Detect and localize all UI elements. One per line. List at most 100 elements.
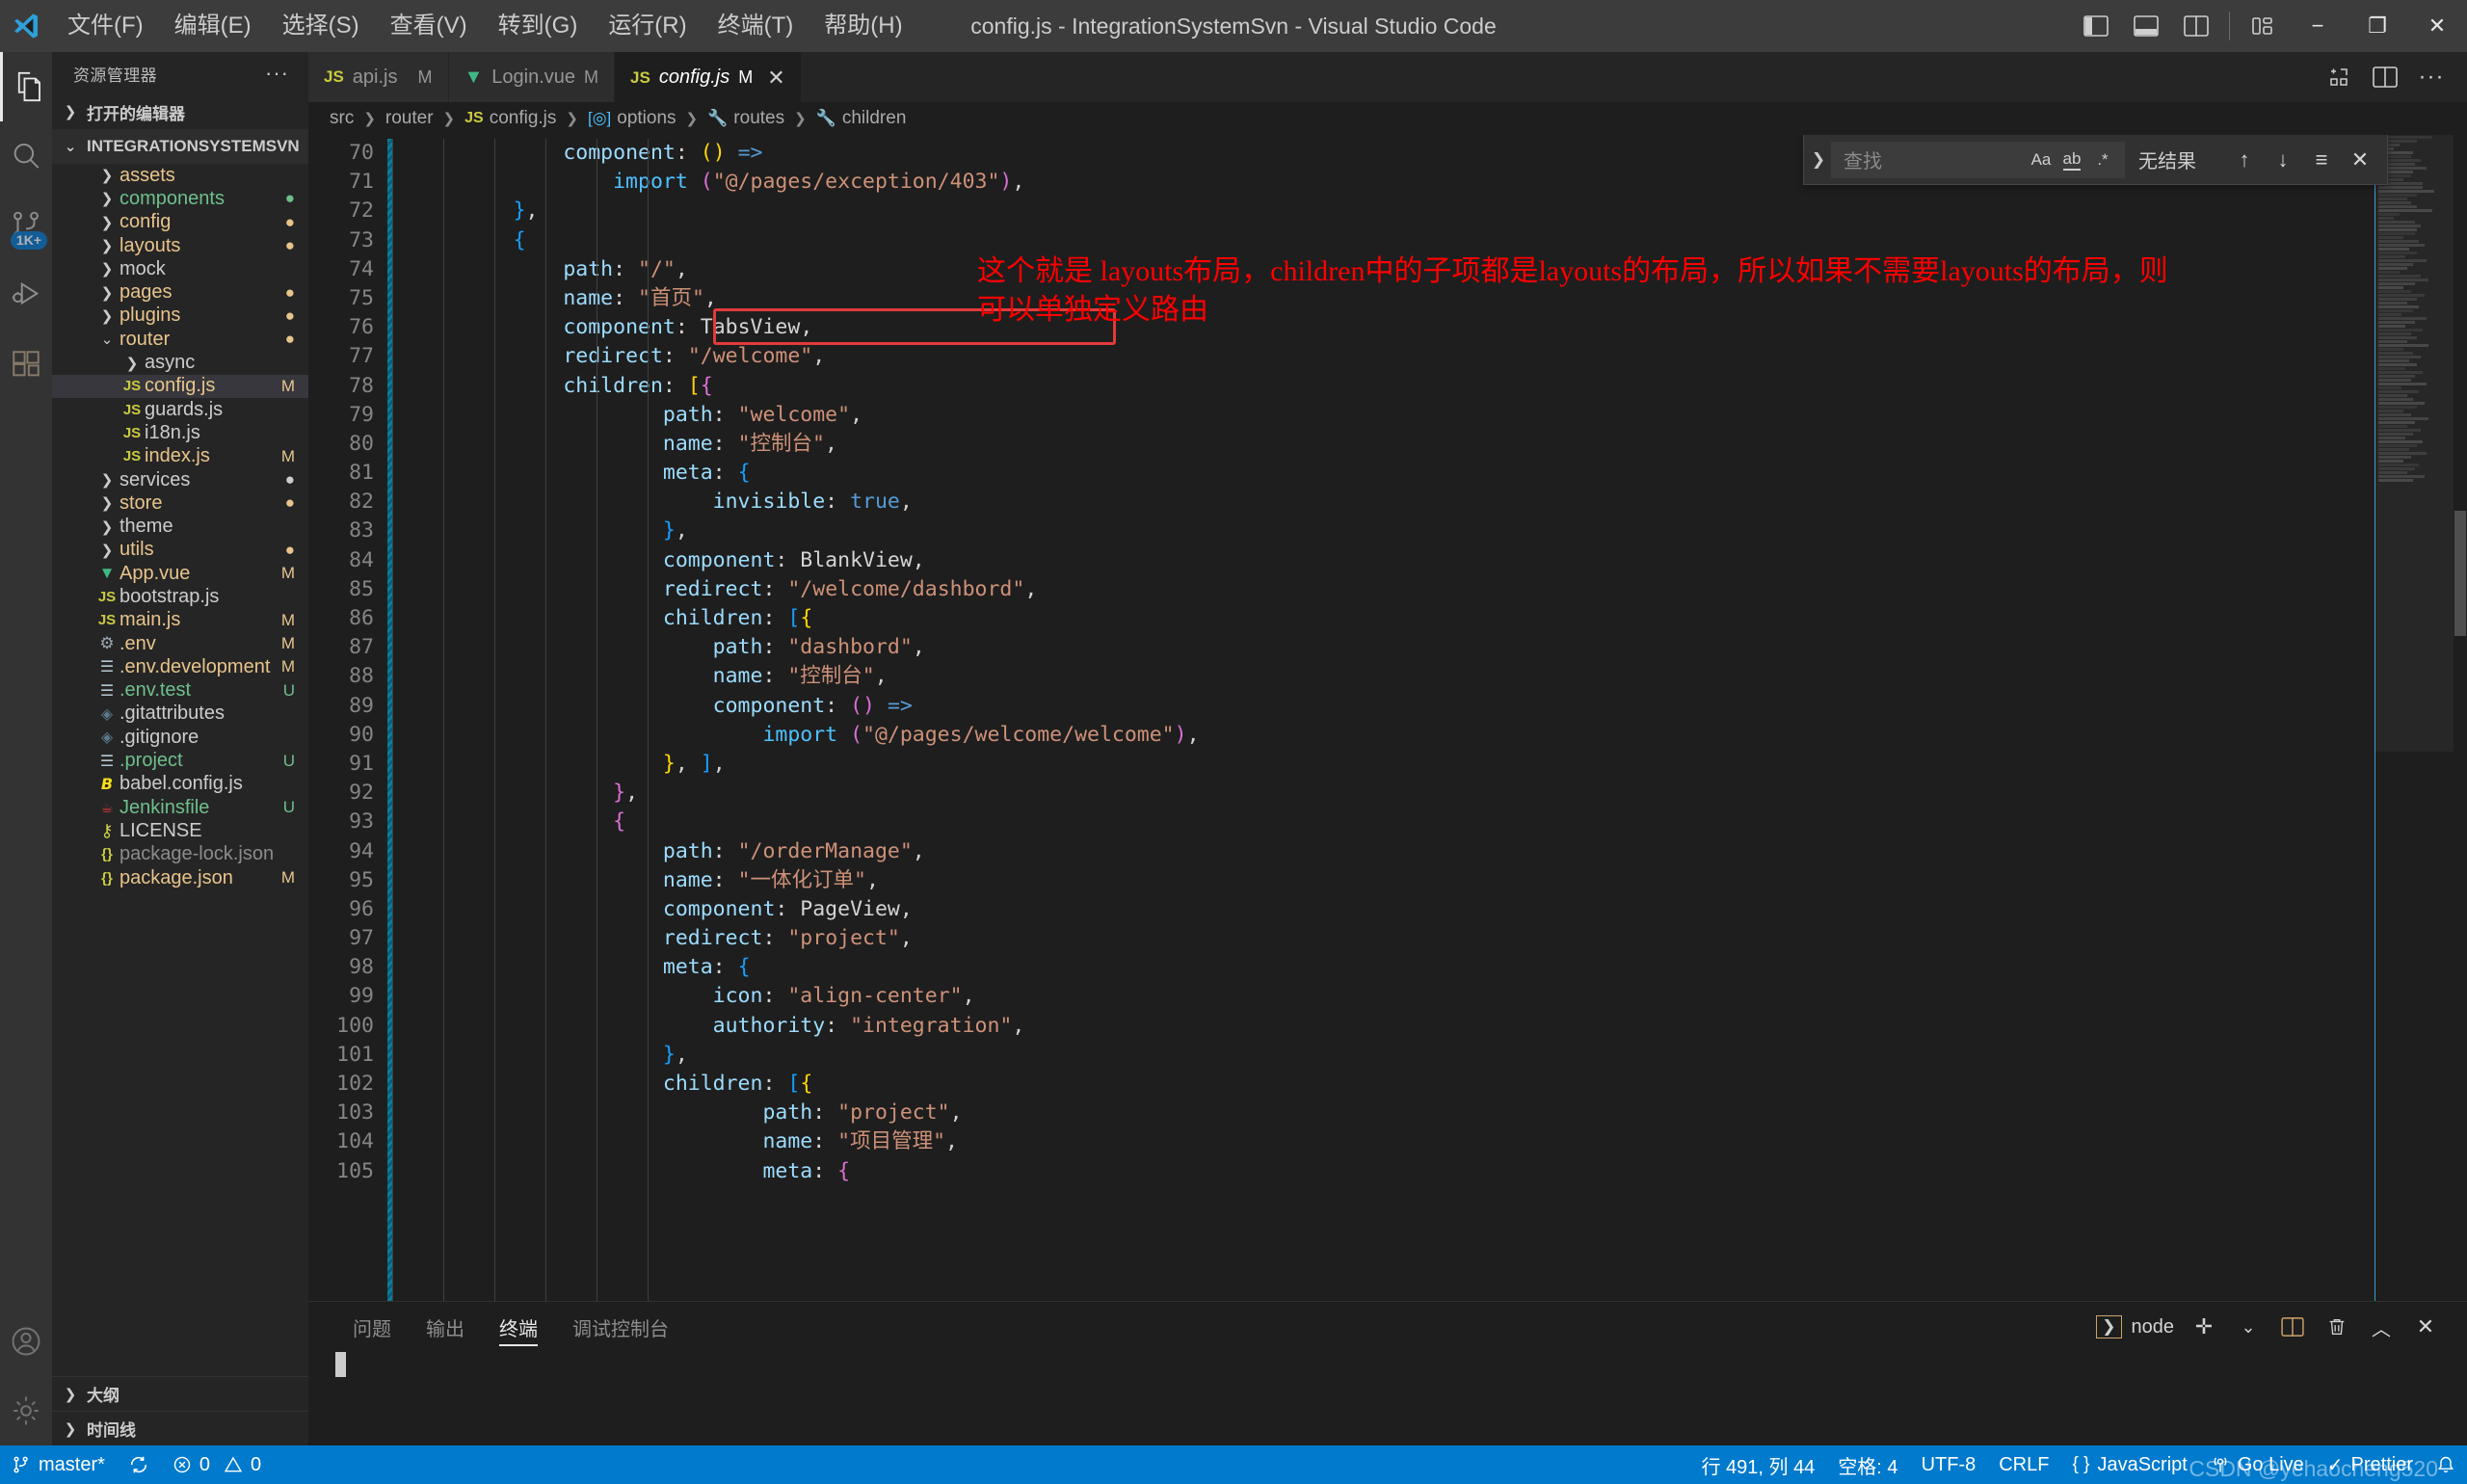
- split-editor-icon[interactable]: [2319, 57, 2359, 97]
- tree-file--gitignore[interactable]: ◈ .gitignore: [52, 726, 308, 749]
- code-line[interactable]: path: "dashbord",: [413, 633, 2467, 662]
- menu-edit[interactable]: 编辑(E): [159, 7, 267, 45]
- tree-folder-router[interactable]: ⌄ router ●: [52, 328, 308, 351]
- customize-layout-icon[interactable]: [2238, 0, 2288, 52]
- status-branch[interactable]: master*: [0, 1445, 117, 1484]
- tree-folder-components[interactable]: ❯ components ●: [52, 187, 308, 210]
- tree-folder-theme[interactable]: ❯ theme: [52, 515, 308, 538]
- minimap[interactable]: [2374, 135, 2454, 1301]
- split-terminal-icon[interactable]: [2272, 1307, 2313, 1347]
- sidebar-more-actions-icon[interactable]: ···: [265, 61, 289, 86]
- toggle-replace-icon[interactable]: ❯: [1806, 150, 1831, 170]
- tree-folder-layouts[interactable]: ❯ layouts ●: [52, 234, 308, 257]
- tree-file--env[interactable]: ⚙ .env M: [52, 632, 308, 655]
- menu-go[interactable]: 转到(G): [483, 7, 594, 45]
- terminal-selector[interactable]: ❯ node: [2096, 1315, 2180, 1338]
- minimap-slider[interactable]: [2374, 135, 2454, 752]
- tree-file-package-json[interactable]: {} package.json M: [52, 866, 308, 889]
- code-line[interactable]: path: "/orderManage",: [413, 837, 2467, 866]
- tree-file-config-js[interactable]: JS config.js M: [52, 374, 308, 398]
- tree-file-package-lock-json[interactable]: {} package-lock.json: [52, 843, 308, 866]
- close-panel-icon[interactable]: ✕: [2405, 1307, 2446, 1347]
- find-input-box[interactable]: 查找 Aa ab .*: [1831, 141, 2125, 178]
- status-problems[interactable]: 0 0: [161, 1445, 273, 1484]
- menu-terminal[interactable]: 终端(T): [703, 7, 809, 45]
- code-line[interactable]: children: [{: [413, 372, 2467, 401]
- find-widget[interactable]: ❯ 查找 Aa ab .* 无结果 ↑ ↓ ≡ ✕: [1803, 135, 2388, 185]
- section-project-root[interactable]: ⌄ INTEGRATIONSYSTEMSVN: [52, 129, 308, 164]
- breadcrumb-item-router[interactable]: router: [385, 108, 434, 129]
- editor-tab-config-js[interactable]: JS config.js M ✕: [615, 52, 802, 102]
- breadcrumb-item-options[interactable]: [◎] options: [588, 108, 676, 129]
- match-case-icon[interactable]: Aa: [2026, 146, 2056, 174]
- code-line[interactable]: {: [413, 226, 2467, 255]
- code-line[interactable]: },: [413, 197, 2467, 225]
- menu-view[interactable]: 查看(V): [375, 7, 483, 45]
- code-line[interactable]: path: "welcome",: [413, 401, 2467, 430]
- code-line[interactable]: meta: {: [413, 953, 2467, 982]
- find-next-icon[interactable]: ↓: [2264, 141, 2302, 179]
- status-encoding[interactable]: UTF-8: [1910, 1445, 1988, 1484]
- tree-file-license[interactable]: ⚷ LICENSE: [52, 819, 308, 842]
- minimize-button[interactable]: −: [2288, 0, 2348, 52]
- activity-item-settings[interactable]: [0, 1376, 52, 1445]
- code-line[interactable]: component: PageView,: [413, 895, 2467, 924]
- status-go-live[interactable]: Go Live: [2199, 1445, 2316, 1484]
- editor-scrollbar[interactable]: [2454, 135, 2467, 1301]
- tree-file-main-js[interactable]: JS main.js M: [52, 609, 308, 632]
- find-in-selection-icon[interactable]: ≡: [2302, 141, 2341, 179]
- new-terminal-icon[interactable]: ✛: [2184, 1307, 2224, 1347]
- status-cursor-position[interactable]: 行 491, 列 44: [1689, 1445, 1826, 1484]
- tree-file-app-vue[interactable]: ▼ App.vue M: [52, 562, 308, 585]
- regex-icon[interactable]: .*: [2087, 146, 2118, 174]
- tree-folder-config[interactable]: ❯ config ●: [52, 211, 308, 234]
- code-line[interactable]: }, ],: [413, 750, 2467, 779]
- code-line[interactable]: children: [{: [413, 1070, 2467, 1099]
- more-actions-icon[interactable]: ···: [2411, 57, 2452, 97]
- breadcrumb-item-src[interactable]: src: [330, 108, 354, 129]
- code-line[interactable]: {: [413, 808, 2467, 836]
- find-previous-icon[interactable]: ↑: [2225, 141, 2264, 179]
- activity-item-explorer[interactable]: [0, 52, 52, 121]
- editor-tab-api-js[interactable]: JS api.js M: [308, 52, 449, 102]
- code-line[interactable]: meta: {: [413, 459, 2467, 488]
- close-icon[interactable]: ✕: [767, 66, 784, 91]
- code-line[interactable]: name: "控制台",: [413, 430, 2467, 459]
- status-indentation[interactable]: 空格: 4: [1826, 1445, 1909, 1484]
- tree-file-i18n-js[interactable]: JS i18n.js: [52, 421, 308, 444]
- activity-item-run-and-debug[interactable]: [0, 260, 52, 330]
- terminal-dropdown-icon[interactable]: ⌄: [2228, 1307, 2268, 1347]
- code-line[interactable]: name: "一体化订单",: [413, 866, 2467, 895]
- tree-file-bootstrap-js[interactable]: JS bootstrap.js: [52, 585, 308, 608]
- panel-tab-terminal[interactable]: 终端: [482, 1302, 555, 1352]
- tree-file--env-test[interactable]: ☰ .env.test U: [52, 679, 308, 702]
- activity-item-accounts[interactable]: [0, 1307, 52, 1376]
- menu-file[interactable]: 文件(F): [52, 7, 159, 45]
- split-editor-right-icon[interactable]: [2365, 57, 2405, 97]
- code-line[interactable]: },: [413, 1041, 2467, 1070]
- status-eol[interactable]: CRLF: [1987, 1445, 2060, 1484]
- tree-folder-utils[interactable]: ❯ utils ●: [52, 539, 308, 562]
- tree-folder-assets[interactable]: ❯ assets: [52, 164, 308, 187]
- code-line[interactable]: redirect: "/welcome",: [413, 342, 2467, 371]
- status-language-mode[interactable]: { } JavaScript: [2060, 1445, 2198, 1484]
- activity-item-search[interactable]: [0, 121, 52, 191]
- toggle-secondary-sidebar-icon[interactable]: [2171, 0, 2221, 52]
- tree-folder-async[interactable]: ❯ async: [52, 351, 308, 374]
- maximize-button[interactable]: ❐: [2348, 0, 2407, 52]
- breadcrumb-item-config-js[interactable]: JS config.js: [464, 108, 556, 129]
- code-line[interactable]: children: [{: [413, 604, 2467, 633]
- status-sync[interactable]: [117, 1445, 161, 1484]
- code-line[interactable]: },: [413, 779, 2467, 808]
- code-line[interactable]: icon: "align-center",: [413, 982, 2467, 1011]
- tree-folder-mock[interactable]: ❯ mock: [52, 257, 308, 280]
- section-outline[interactable]: ❯ 大纲: [52, 1376, 308, 1411]
- tree-folder-plugins[interactable]: ❯ plugins ●: [52, 305, 308, 328]
- find-close-icon[interactable]: ✕: [2341, 141, 2379, 179]
- code-line[interactable]: redirect: "project",: [413, 924, 2467, 953]
- menu-selection[interactable]: 选择(S): [267, 7, 375, 45]
- code-line[interactable]: component: () =>: [413, 692, 2467, 721]
- activity-item-source-control[interactable]: 1K+: [0, 191, 52, 260]
- code-line[interactable]: path: "project",: [413, 1099, 2467, 1127]
- editor-tab-login-vue[interactable]: ▼ Login.vue M: [448, 52, 616, 102]
